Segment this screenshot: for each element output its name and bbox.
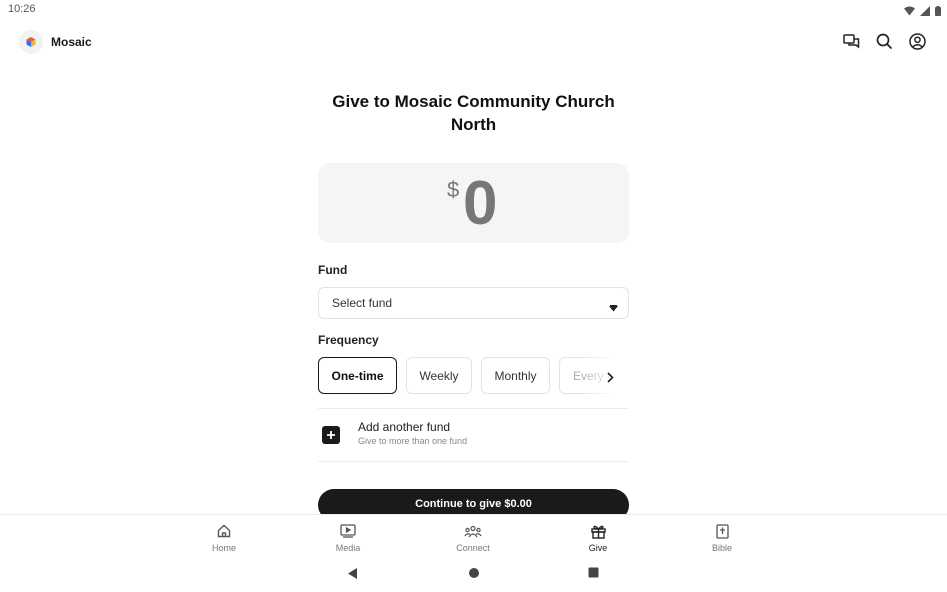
- status-icons: [904, 3, 941, 21]
- status-bar: 10:26: [0, 0, 947, 20]
- nav-item-connect[interactable]: Connect: [443, 522, 503, 553]
- gift-icon: [589, 522, 607, 540]
- wifi-icon: [904, 3, 915, 21]
- home-icon: [215, 522, 233, 540]
- fund-select[interactable]: Select fund: [318, 287, 629, 319]
- nav-label-connect: Connect: [456, 543, 490, 553]
- frequency-monthly[interactable]: Monthly: [481, 357, 550, 394]
- bottom-nav: Home Media Connect Give Bible: [0, 514, 947, 558]
- amount-input[interactable]: $ 0: [318, 163, 629, 243]
- mosaic-logo-icon: [19, 30, 43, 54]
- connect-icon: [464, 522, 482, 540]
- frequency-one-time[interactable]: One-time: [318, 357, 397, 394]
- battery-icon: [935, 3, 941, 21]
- nav-label-media: Media: [335, 543, 361, 553]
- system-nav: [0, 558, 947, 592]
- messages-icon[interactable]: [842, 32, 861, 51]
- bible-icon: [713, 522, 731, 540]
- amount-value: 0: [463, 169, 498, 238]
- brand-name: Mosaic: [51, 35, 92, 49]
- add-fund-title: Add another fund: [358, 420, 451, 434]
- home-circle-icon[interactable]: [468, 567, 480, 579]
- amount-currency: $: [447, 177, 460, 202]
- search-icon[interactable]: [875, 32, 894, 51]
- nav-label-bible: Bible: [711, 543, 732, 553]
- page-title: Give to Mosaic Community Church North: [332, 92, 615, 134]
- plus-icon: [322, 426, 340, 444]
- nav-item-media[interactable]: Media: [318, 522, 378, 553]
- fund-label: Fund: [318, 263, 348, 277]
- nav-label-home: Home: [211, 543, 236, 553]
- chevron-down-icon: [609, 299, 618, 317]
- nav-item-give[interactable]: Give: [568, 522, 628, 553]
- brand[interactable]: Mosaic: [19, 30, 92, 54]
- frequency-label: Frequency: [318, 333, 379, 347]
- media-icon: [339, 522, 357, 540]
- nav-label-give: Give: [588, 543, 608, 553]
- nav-item-bible[interactable]: Bible: [692, 522, 752, 553]
- signal-icon: [920, 3, 930, 21]
- nav-item-home[interactable]: Home: [194, 522, 254, 553]
- back-icon[interactable]: [347, 567, 358, 580]
- add-another-fund[interactable]: Add another fund Give to more than one f…: [318, 408, 629, 462]
- status-time: 10:26: [8, 3, 36, 15]
- recents-icon[interactable]: [588, 567, 599, 578]
- account-icon[interactable]: [908, 32, 927, 51]
- frequency-weekly[interactable]: Weekly: [406, 357, 472, 394]
- chevron-right-icon[interactable]: [604, 370, 616, 384]
- frequency-options: One-time Weekly Monthly Every two: [318, 357, 629, 395]
- add-fund-subtitle: Give to more than one fund: [358, 436, 468, 446]
- app-actions: [842, 32, 927, 51]
- fund-select-placeholder: Select fund: [332, 296, 393, 310]
- app-bar: Mosaic: [0, 24, 947, 60]
